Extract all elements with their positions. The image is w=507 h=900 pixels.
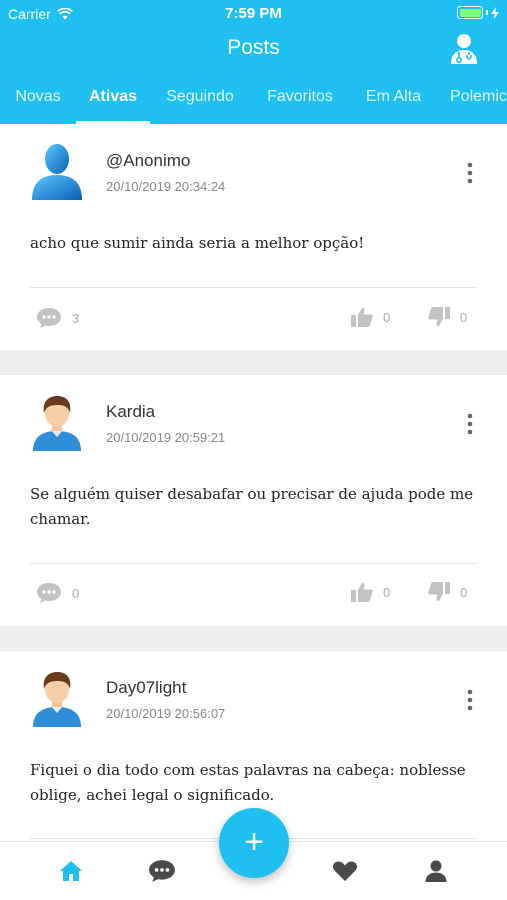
tab-ativas[interactable]: Ativas [76, 82, 150, 124]
profile-icon [425, 860, 447, 882]
nav-chat[interactable] [148, 858, 176, 884]
thumbs-up-icon [351, 583, 373, 602]
tab-seguindo[interactable]: Seguindo [150, 82, 250, 124]
post-card: @Anonimo 20/10/2019 20:34:24 acho que su… [0, 124, 507, 350]
anonymous-avatar [32, 144, 82, 200]
tab-novas[interactable]: Novas [0, 82, 76, 124]
post-text: acho que sumir ainda seria a melhor opçã… [30, 234, 365, 252]
more-options-icon[interactable] [467, 689, 473, 711]
tab-favoritos[interactable]: Favoritos [250, 82, 350, 124]
post-divider [30, 563, 477, 564]
like-count: 0 [383, 309, 391, 325]
battery-icon [457, 6, 499, 19]
post-datetime: 20/10/2019 20:59:21 [106, 430, 226, 445]
tab-bar: Novas Ativas Seguindo Favoritos Em Alta … [0, 82, 507, 124]
thumbs-up-icon [351, 308, 373, 327]
post-actions: 3 0 0 [0, 307, 507, 331]
post-feed[interactable]: @Anonimo 20/10/2019 20:34:24 acho que su… [0, 124, 507, 841]
thumbs-down-icon [428, 582, 450, 601]
page-title: Posts [227, 36, 280, 59]
dislike-count: 0 [460, 309, 468, 325]
dislike-button[interactable]: 0 [428, 307, 467, 327]
comment-count: 3 [72, 310, 80, 326]
post-text: Fiquei o dia todo com estas palavras na … [30, 761, 466, 804]
post-author[interactable]: Day07light [106, 678, 186, 698]
post-datetime: 20/10/2019 20:34:24 [106, 179, 226, 194]
user-avatar [33, 396, 81, 451]
user-doctor-icon[interactable] [449, 33, 479, 65]
tab-em-alta[interactable]: Em Alta [350, 82, 437, 124]
like-button[interactable]: 0 [351, 582, 390, 602]
new-post-button[interactable]: + [219, 808, 289, 878]
post-text: Se alguém quiser desabafar ou precisar d… [30, 485, 474, 528]
more-options-icon[interactable] [467, 413, 473, 435]
tab-polemicos[interactable]: Polemicos [437, 82, 507, 124]
heart-icon [332, 861, 358, 881]
like-count: 0 [383, 584, 391, 600]
home-icon [60, 861, 82, 881]
dislike-count: 0 [460, 584, 468, 600]
comments-button[interactable]: 0 [36, 582, 79, 604]
comment-icon [37, 308, 61, 328]
post-divider [30, 287, 477, 288]
post-card: Kardia 20/10/2019 20:59:21 Se alguém qui… [0, 375, 507, 626]
comment-count: 0 [72, 585, 80, 601]
nav-home[interactable] [57, 858, 85, 884]
dislike-button[interactable]: 0 [428, 582, 467, 602]
post-author[interactable]: Kardia [106, 402, 155, 422]
post-author[interactable]: @Anonimo [106, 151, 190, 171]
charging-bolt-icon [491, 6, 499, 19]
nav-favorites[interactable] [331, 858, 359, 884]
user-avatar [33, 672, 81, 727]
post-datetime: 20/10/2019 20:56:07 [106, 706, 226, 721]
status-time: 7:59 PM [225, 5, 282, 22]
app-screen: Carrier 7:59 PM Posts Novas Ativas Segui… [0, 0, 507, 900]
nav-profile[interactable] [422, 858, 450, 884]
comment-icon [37, 583, 61, 603]
thumbs-down-icon [428, 307, 450, 326]
status-bar: Carrier 7:59 PM [0, 0, 507, 28]
post-actions: 0 0 0 [0, 582, 507, 606]
like-button[interactable]: 0 [351, 307, 390, 327]
header: Carrier 7:59 PM Posts Novas Ativas Segui… [0, 0, 507, 124]
chat-icon [149, 860, 175, 882]
more-options-icon[interactable] [467, 162, 473, 184]
comments-button[interactable]: 3 [36, 307, 79, 329]
